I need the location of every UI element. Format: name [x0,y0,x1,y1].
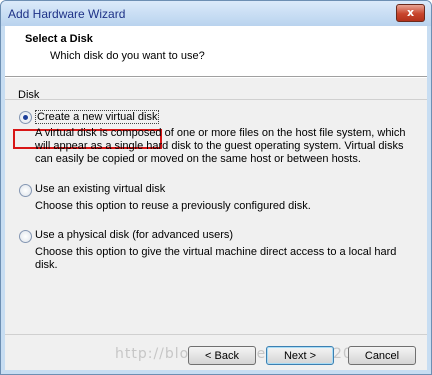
close-icon: x [406,6,415,19]
wizard-window: Add Hardware Wizard x Select a Disk Whic… [0,0,432,375]
radio-create-new-disk[interactable] [19,111,32,124]
window-title: Add Hardware Wizard [8,7,126,21]
close-button[interactable]: x [396,4,425,22]
option-description: Choose this option to give the virtual m… [35,246,397,271]
footer-divider [5,334,427,335]
title-bar[interactable]: Add Hardware Wizard x [1,1,431,26]
page-subtitle: Which disk do you want to use? [50,50,205,62]
page-title: Select a Disk [25,33,93,45]
next-button[interactable]: Next > [266,346,334,365]
group-divider [5,99,427,100]
cancel-button[interactable]: Cancel [348,346,416,365]
option-label[interactable]: Use an existing virtual disk [35,183,165,195]
wizard-body: Select a Disk Which disk do you want to … [5,26,427,370]
option-label[interactable]: Use a physical disk (for advanced users) [35,229,233,241]
option-description: A virtual disk is composed of one or mor… [35,127,406,165]
option-label[interactable]: Create a new virtual disk [35,110,160,124]
option-description: Choose this option to reuse a previously… [35,200,311,212]
back-button[interactable]: < Back [188,346,256,365]
wizard-header: Select a Disk Which disk do you want to … [5,26,427,77]
radio-use-physical-disk[interactable] [19,230,32,243]
radio-use-existing-disk[interactable] [19,184,32,197]
